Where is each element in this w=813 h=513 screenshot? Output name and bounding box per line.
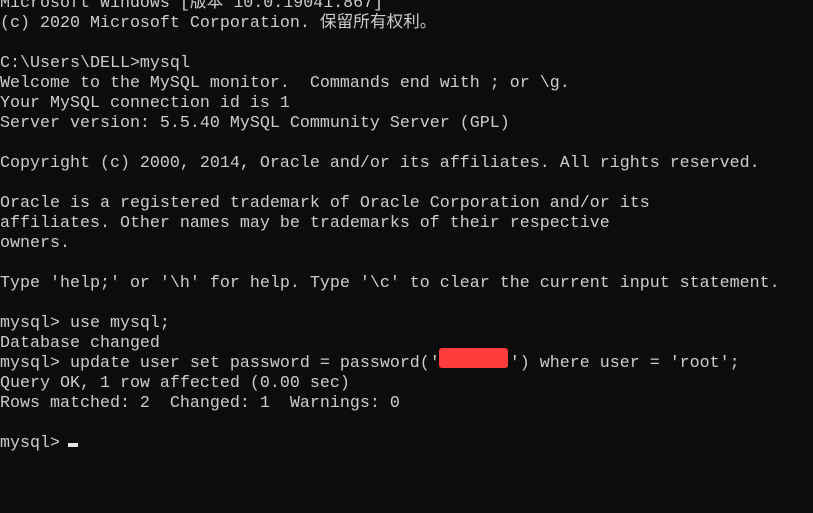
terminal-line: Welcome to the MySQL monitor. Commands e… [0,74,570,93]
terminal-line: Database changed [0,334,160,353]
terminal-line: Copyright (c) 2000, 2014, Oracle and/or … [0,154,760,173]
text-cursor [68,443,78,447]
terminal-line: (c) 2020 Microsoft Corporation. 保留所有权利。 [0,14,437,33]
terminal-empty-area [0,454,813,513]
terminal-line: mysql> update user set password = passwo… [0,354,740,373]
password-redaction [439,348,508,368]
terminal-line: Oracle is a registered trademark of Orac… [0,194,650,213]
terminal-line: Server version: 5.5.40 MySQL Community S… [0,114,510,133]
terminal-prompt[interactable]: mysql> [0,434,813,454]
terminal-line: owners. [0,234,70,253]
terminal-output[interactable]: Microsoft Windows [版本 10.0.19041.867] (c)… [0,0,813,454]
terminal-line: mysql> use mysql; [0,314,170,333]
terminal-line: C:\Users\DELL>mysql [0,54,190,73]
terminal-line: Your MySQL connection id is 1 [0,94,290,113]
terminal-line: Microsoft Windows [版本 10.0.19041.867] [0,0,384,13]
terminal-line: Query OK, 1 row affected (0.00 sec) [0,374,350,393]
terminal-line: Type 'help;' or '\h' for help. Type '\c'… [0,274,780,293]
terminal-line: Rows matched: 2 Changed: 1 Warnings: 0 [0,394,400,413]
terminal-line: affiliates. Other names may be trademark… [0,214,610,233]
